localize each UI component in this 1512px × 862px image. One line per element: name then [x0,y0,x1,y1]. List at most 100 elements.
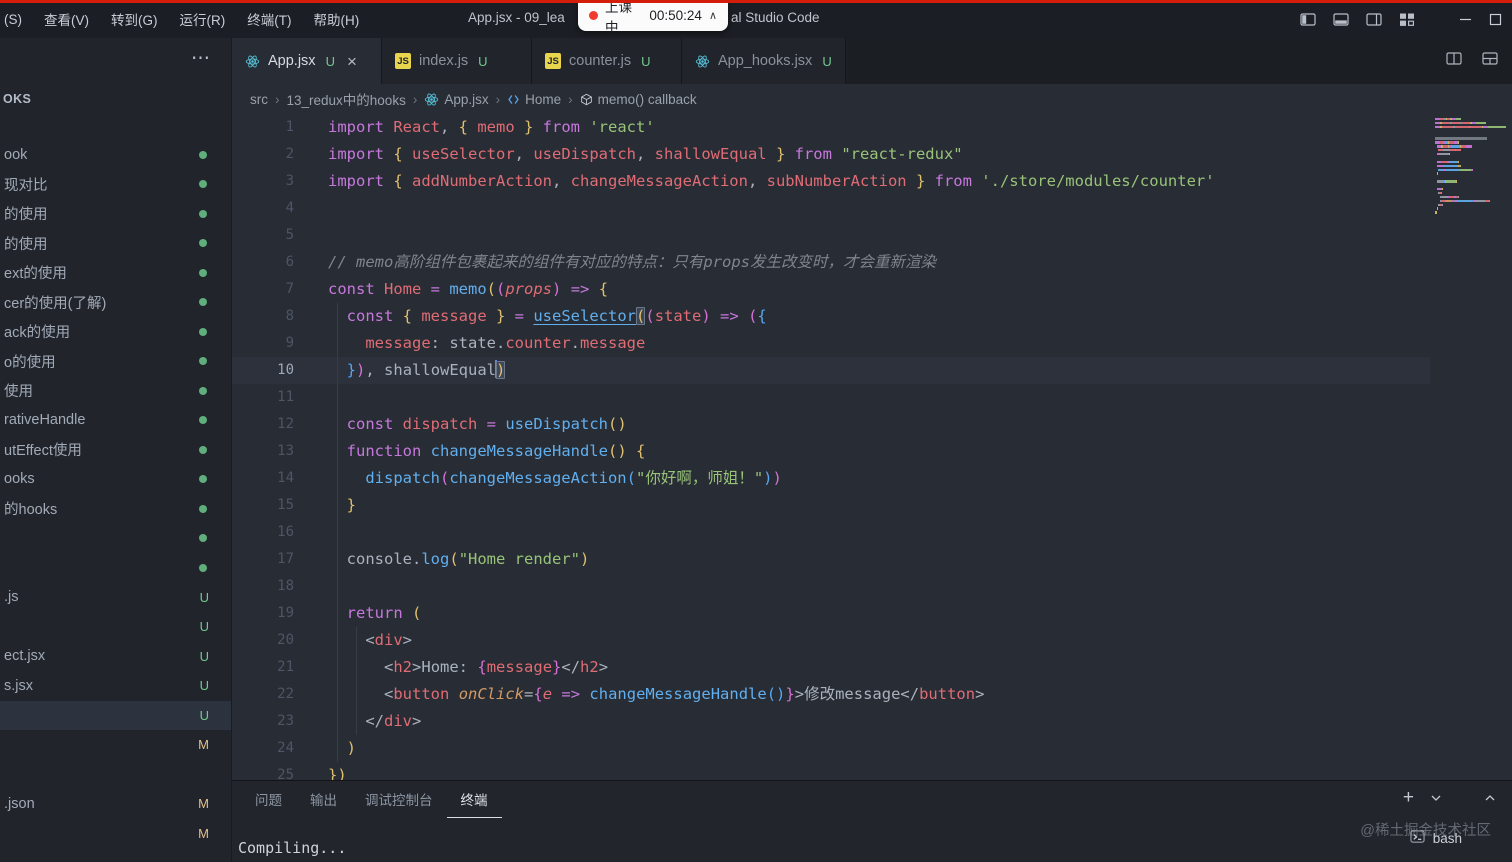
layout-panel-icon[interactable] [1333,12,1349,27]
sidebar-item[interactable]: 现对比 [0,170,231,200]
tab-strip: App.jsx U × JS index.js U JS counter.js U App_hoo… [232,38,846,84]
sidebar-item-label: 使用 [4,384,33,401]
recording-label: 上课中 [605,0,632,35]
cube-icon [580,93,593,106]
editor-tab[interactable]: App.jsx U × [232,38,382,84]
breadcrumb-item[interactable]: Home [507,92,561,107]
panel-maximize-icon[interactable] [1484,792,1496,804]
customize-layout-icon[interactable] [1399,12,1415,27]
minimize-icon[interactable] [1459,13,1472,26]
git-dot-badge [199,504,207,513]
code-text: return ( [346,604,422,622]
sidebar-item[interactable]: o的使用 [0,347,231,377]
code-text: // memo高阶组件包裹起来的组件有对应的特点：只有props发生改变时，才会… [328,253,936,271]
sidebar-item-label: o的使用 [4,354,56,371]
tab-label: index.js [419,53,469,69]
sidebar-item[interactable]: 使用 [0,376,231,406]
panel-tab[interactable]: 调试控制台 [351,781,447,818]
terminal-list-item[interactable]: bash [1410,829,1462,847]
sidebar-item[interactable]: ext的使用 [0,258,231,288]
code-editor[interactable]: 1 import React, { memo } from 'react' 2 imp… [232,114,1512,780]
sidebar-item[interactable]: .js U [0,583,231,613]
sidebar-item[interactable]: U [0,700,231,730]
panel-tab[interactable]: 问题 [241,781,296,818]
git-status-badge: U [199,619,209,635]
git-status-badge: M [198,825,209,841]
git-status-badge: U [199,707,209,723]
code-text: const dispatch = useDispatch() [346,415,627,433]
menu-item[interactable]: 运行(R) [169,0,237,38]
menu-item[interactable]: 终端(T) [236,0,302,38]
code-line: 13 function changeMessageHandle() { [232,438,1512,465]
recording-overlay[interactable]: 上课中 00:50:24 ∧ [578,0,728,35]
breadcrumb-item[interactable]: 13_redux中的hooks [287,89,406,109]
sidebar-item[interactable] [0,760,231,790]
breadcrumb-item[interactable]: memo() callback [580,92,697,107]
sidebar-item[interactable]: M [0,819,231,849]
symbol-icon [507,93,520,106]
menu-item[interactable]: 帮助(H) [303,0,371,38]
sidebar-item[interactable]: 的使用 [0,199,231,229]
terminal-icon [1410,829,1425,847]
sidebar-item[interactable] [0,524,231,554]
sidebar-item[interactable] [0,553,231,583]
split-editor-icon[interactable] [1446,51,1462,71]
sidebar-section-header[interactable]: OKS [0,84,231,114]
code-line: 17 console.log("Home render") [232,546,1512,573]
editor-tab[interactable]: JS counter.js U [532,38,682,84]
code-line: 10 }), shallowEqual) [232,357,1512,384]
code-line: 23 </div> [232,708,1512,735]
sidebar-item[interactable]: U [0,612,231,642]
sidebar-item[interactable]: ook [0,140,231,170]
more-actions-icon[interactable]: ⋯ [191,47,210,70]
sidebar-item[interactable]: ooks [0,465,231,495]
menu-item[interactable]: 查看(V) [33,0,100,38]
breadcrumb-item[interactable]: src [250,92,268,107]
git-status-badge: U [822,53,832,69]
git-status-badge: U [325,53,335,69]
sidebar-item-label: s.jsx [4,677,33,694]
editor-tab[interactable]: JS index.js U [382,38,532,84]
code-line: 21 <h2>Home: {message}</h2> [232,654,1512,681]
menu-item[interactable]: (S) [0,0,33,38]
breadcrumb-item[interactable]: App.jsx [424,92,489,107]
editor-layout-icon[interactable] [1482,51,1498,71]
editor-tab[interactable]: App_hooks.jsx U [682,38,846,84]
line-number: 25 [277,767,294,780]
close-icon[interactable]: × [347,53,357,70]
sidebar-item[interactable]: ect.jsx U [0,642,231,672]
new-terminal-button[interactable]: + [1403,788,1414,807]
editor-tab-bar: App.jsx U × JS index.js U JS counter.js U App_hoo… [232,38,1512,84]
layout-sidebar-icon[interactable] [1300,12,1316,27]
breadcrumb-separator: › [412,91,418,107]
bottom-panel: 问题 输出 调试控制台 终端 + Compiling... bash @稀土掘金技术社… [232,780,1512,862]
js-icon: JS [395,53,411,69]
git-status-badge: U [199,589,209,605]
layout-secondary-sidebar-icon[interactable] [1366,12,1382,27]
sidebar-item[interactable]: 的使用 [0,229,231,259]
sidebar-item[interactable]: s.jsx U [0,671,231,701]
chevron-up-icon[interactable]: ∧ [709,9,717,22]
sidebar-item[interactable]: ack的使用 [0,317,231,347]
code-line: 9 message: state.counter.message [232,330,1512,357]
code-line: 19 return ( [232,600,1512,627]
sidebar-item[interactable]: 的hooks [0,494,231,524]
panel-tab[interactable]: 输出 [296,781,351,818]
panel-tab[interactable]: 终端 [446,781,502,818]
sidebar-item[interactable]: rativeHandle [0,406,231,436]
menu-item[interactable]: 转到(G) [100,0,169,38]
minimap[interactable] [1430,114,1512,780]
maximize-icon[interactable] [1489,13,1502,26]
sidebar-item-label: ack的使用 [4,325,71,342]
sidebar-item-label: ook [4,146,28,163]
terminal-dropdown-icon[interactable] [1430,792,1442,804]
line-number: 24 [277,740,294,756]
sidebar-item[interactable]: cer的使用(了解) [0,288,231,318]
code-line: 5 [232,222,1512,249]
sidebar-item[interactable]: .json M [0,789,231,819]
terminal-output: Compiling... [238,839,347,857]
sidebar-item[interactable]: utEffect使用 [0,435,231,465]
sidebar-item[interactable]: M [0,730,231,760]
